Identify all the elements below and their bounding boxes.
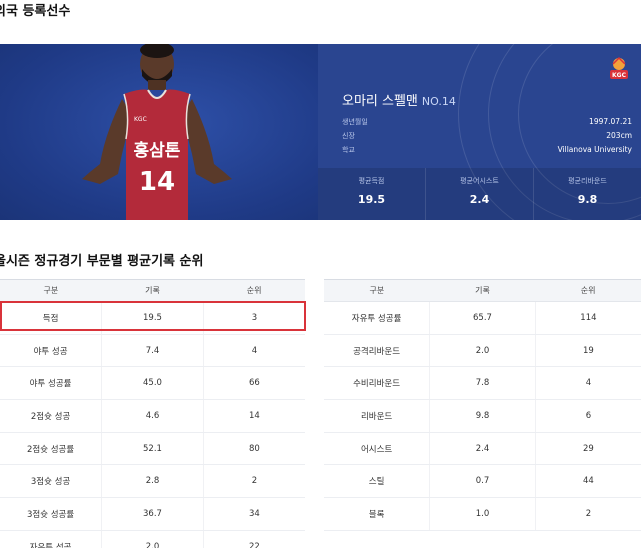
player-photo: KGC 홍삼톤 14 [60, 44, 250, 220]
cell-rank: 4 [203, 334, 305, 367]
cell-record: 7.4 [102, 334, 204, 367]
cell-category: 득점 [0, 302, 102, 335]
col-header-record: 기록 [102, 280, 204, 302]
table-row: 리바운드9.86 [324, 400, 641, 433]
cell-rank: 34 [203, 498, 305, 531]
cell-category: 자유투 성공 [0, 530, 102, 548]
cell-category: 야투 성공률 [0, 367, 102, 400]
col-header-rank: 순위 [535, 280, 641, 302]
cell-rank: 2 [535, 498, 641, 531]
table-row: 3점슛 성공2.82 [0, 465, 305, 498]
stat-points: 평균득점 19.5 [318, 168, 425, 220]
ranking-table-right: 구분 기록 순위 자유투 성공률65.7114공격리바운드2.019수비리바운드… [324, 279, 641, 531]
cell-category: 자유투 성공률 [324, 302, 430, 335]
cell-category: 야투 성공 [0, 334, 102, 367]
cell-rank: 4 [535, 367, 641, 400]
stat-assists: 평균어시스트 2.4 [425, 168, 533, 220]
table-row: 공격리바운드2.019 [324, 334, 641, 367]
cell-record: 2.0 [430, 334, 536, 367]
cell-record: 0.7 [430, 465, 536, 498]
cell-record: 4.6 [102, 400, 204, 433]
jersey-team-text: 홍삼톤 [134, 140, 181, 161]
info-height: 신장203cm [342, 131, 632, 141]
table-row: 자유투 성공률65.7114 [324, 302, 641, 335]
cell-record: 52.1 [102, 432, 204, 465]
cell-category: 공격리바운드 [324, 334, 430, 367]
cell-category: 스틸 [324, 465, 430, 498]
table-row: 수비리바운드7.84 [324, 367, 641, 400]
cell-rank: 14 [203, 400, 305, 433]
cell-record: 45.0 [102, 367, 204, 400]
cell-category: 2점슛 성공률 [0, 432, 102, 465]
cell-rank: 2 [203, 465, 305, 498]
player-photo-area: KGC 홍삼톤 14 [0, 44, 318, 220]
cell-rank: 22 [203, 530, 305, 548]
cell-category: 3점슛 성공률 [0, 498, 102, 531]
cell-record: 1.0 [430, 498, 536, 531]
section-title-foreign-player: 외국 등록선수 [0, 0, 70, 19]
table-row: 2점슛 성공4.614 [0, 400, 305, 433]
col-header-record: 기록 [430, 280, 536, 302]
cell-rank: 19 [535, 334, 641, 367]
ranking-table-left: 구분 기록 순위 득점19.53야투 성공7.44야투 성공률45.0662점슛… [0, 279, 305, 548]
player-info-panel: KGC 오마리 스펠맨NO.14 생년월일1997.07.21 신장203cm … [318, 44, 641, 220]
player-banner: KGC 홍삼톤 14 KGC 오마리 스펠맨NO.14 생년월일1997.07.… [0, 44, 641, 220]
cell-category: 수비리바운드 [324, 367, 430, 400]
cell-record: 7.8 [430, 367, 536, 400]
col-header-category: 구분 [324, 280, 430, 302]
table-row: 블록1.02 [324, 498, 641, 531]
cell-category: 어시스트 [324, 432, 430, 465]
player-stats-strip: 평균득점 19.5 평균어시스트 2.4 평균리바운드 9.8 [318, 168, 641, 220]
cell-rank: 114 [535, 302, 641, 335]
info-school: 학교Villanova University [342, 145, 632, 155]
cell-category: 3점슛 성공 [0, 465, 102, 498]
table-row: 2점슛 성공률52.180 [0, 432, 305, 465]
jersey-number: 14 [139, 167, 175, 197]
cell-category: 블록 [324, 498, 430, 531]
cell-rank: 44 [535, 465, 641, 498]
table-row: 야투 성공률45.066 [0, 367, 305, 400]
stat-rebounds: 평균리바운드 9.8 [533, 168, 641, 220]
col-header-rank: 순위 [203, 280, 305, 302]
table-row: 자유투 성공2.022 [0, 530, 305, 548]
cell-rank: 6 [535, 400, 641, 433]
svg-text:KGC: KGC [612, 72, 627, 79]
cell-record: 65.7 [430, 302, 536, 335]
player-number: NO.14 [422, 95, 456, 108]
cell-category: 2점슛 성공 [0, 400, 102, 433]
cell-record: 2.4 [430, 432, 536, 465]
cell-record: 36.7 [102, 498, 204, 531]
cell-rank: 66 [203, 367, 305, 400]
player-name: 오마리 스펠맨NO.14 [342, 90, 456, 109]
cell-rank: 80 [203, 432, 305, 465]
cell-record: 2.0 [102, 530, 204, 548]
table-row: 스틸0.744 [324, 465, 641, 498]
section-title-season-ranking: 올시즌 정규경기 부문별 평균기록 순위 [0, 250, 203, 269]
table-row: 야투 성공7.44 [0, 334, 305, 367]
team-logo-icon: KGC [607, 56, 631, 82]
cell-record: 9.8 [430, 400, 536, 433]
jersey-brand: KGC [134, 116, 147, 123]
table-row: 3점슛 성공률36.734 [0, 498, 305, 531]
cell-rank: 29 [535, 432, 641, 465]
cell-category: 리바운드 [324, 400, 430, 433]
table-row: 득점19.53 [0, 302, 305, 335]
table-row: 어시스트2.429 [324, 432, 641, 465]
cell-record: 19.5 [102, 302, 204, 335]
info-birth: 생년월일1997.07.21 [342, 117, 632, 127]
cell-record: 2.8 [102, 465, 204, 498]
col-header-category: 구분 [0, 280, 102, 302]
cell-rank: 3 [203, 302, 305, 335]
